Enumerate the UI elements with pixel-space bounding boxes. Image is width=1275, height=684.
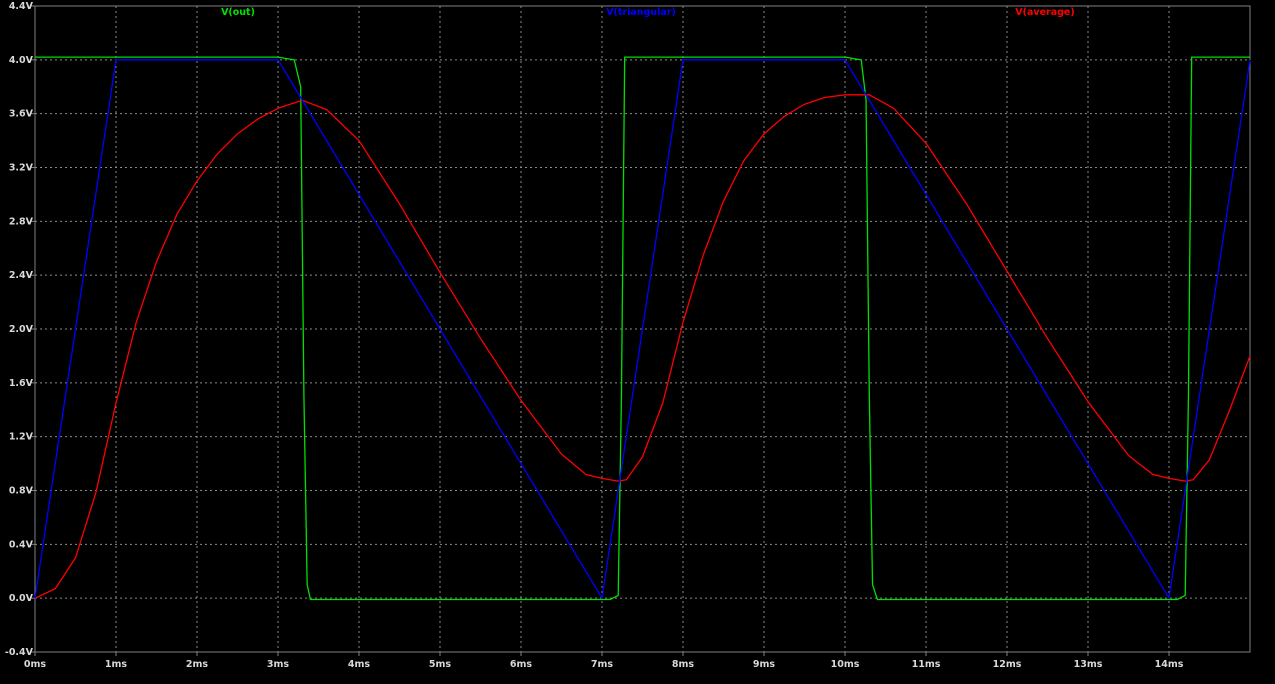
- series-line-v-triangular[interactable]: [34, 59, 1251, 599]
- x-tick-label: 10ms: [831, 659, 860, 670]
- x-tick-label: 1ms: [105, 659, 128, 670]
- y-tick-label: 4.4V: [9, 1, 34, 12]
- legend-label[interactable]: V(average): [1015, 7, 1074, 18]
- y-tick-label: -0.4V: [5, 647, 34, 658]
- x-tick-label: 11ms: [912, 659, 941, 670]
- x-tick-label: 5ms: [429, 659, 452, 670]
- x-tick-label: 13ms: [1074, 659, 1103, 670]
- y-tick-label: 2.0V: [9, 324, 34, 335]
- x-tick-label: 0ms: [24, 659, 47, 670]
- x-tick-label: 6ms: [510, 659, 533, 670]
- y-tick-label: 3.2V: [9, 163, 34, 174]
- y-tick-label: 4.0V: [9, 55, 34, 66]
- x-tick-label: 3ms: [267, 659, 290, 670]
- series-traces: [34, 56, 1251, 601]
- x-tick-label: 4ms: [348, 659, 371, 670]
- waveform-plot[interactable]: 0ms 1ms 2ms 3ms 4ms 5ms 6ms 7ms 8ms 9ms 10ms 11ms 12…: [0, 0, 1275, 679]
- legend: V(out) V(triangular) V(average): [221, 7, 1075, 18]
- x-tick-label: 12ms: [993, 659, 1022, 670]
- y-tick-label: 0.4V: [9, 539, 34, 550]
- x-tick-label: 2ms: [186, 659, 209, 670]
- legend-label[interactable]: V(triangular): [606, 7, 676, 18]
- y-tick-label: 0.8V: [9, 486, 34, 497]
- x-tick-label: 14ms: [1155, 659, 1184, 670]
- series-line-v-average[interactable]: [34, 94, 1251, 599]
- y-tick-label: 2.8V: [9, 216, 34, 227]
- y-tick-label: 2.4V: [9, 270, 34, 281]
- x-tick-label: 8ms: [672, 659, 695, 670]
- legend-label[interactable]: V(out): [221, 7, 255, 18]
- x-tick-label: 9ms: [753, 659, 776, 670]
- y-tick-label: 1.2V: [9, 432, 34, 443]
- plot-canvas[interactable]: 0ms 1ms 2ms 3ms 4ms 5ms 6ms 7ms 8ms 9ms 10ms 11ms 12…: [0, 0, 1275, 679]
- y-tick-label: 1.6V: [9, 378, 34, 389]
- x-tick-label: 7ms: [591, 659, 614, 670]
- y-tick-label: 3.6V: [9, 109, 34, 120]
- y-tick-label: 0.0V: [9, 593, 34, 604]
